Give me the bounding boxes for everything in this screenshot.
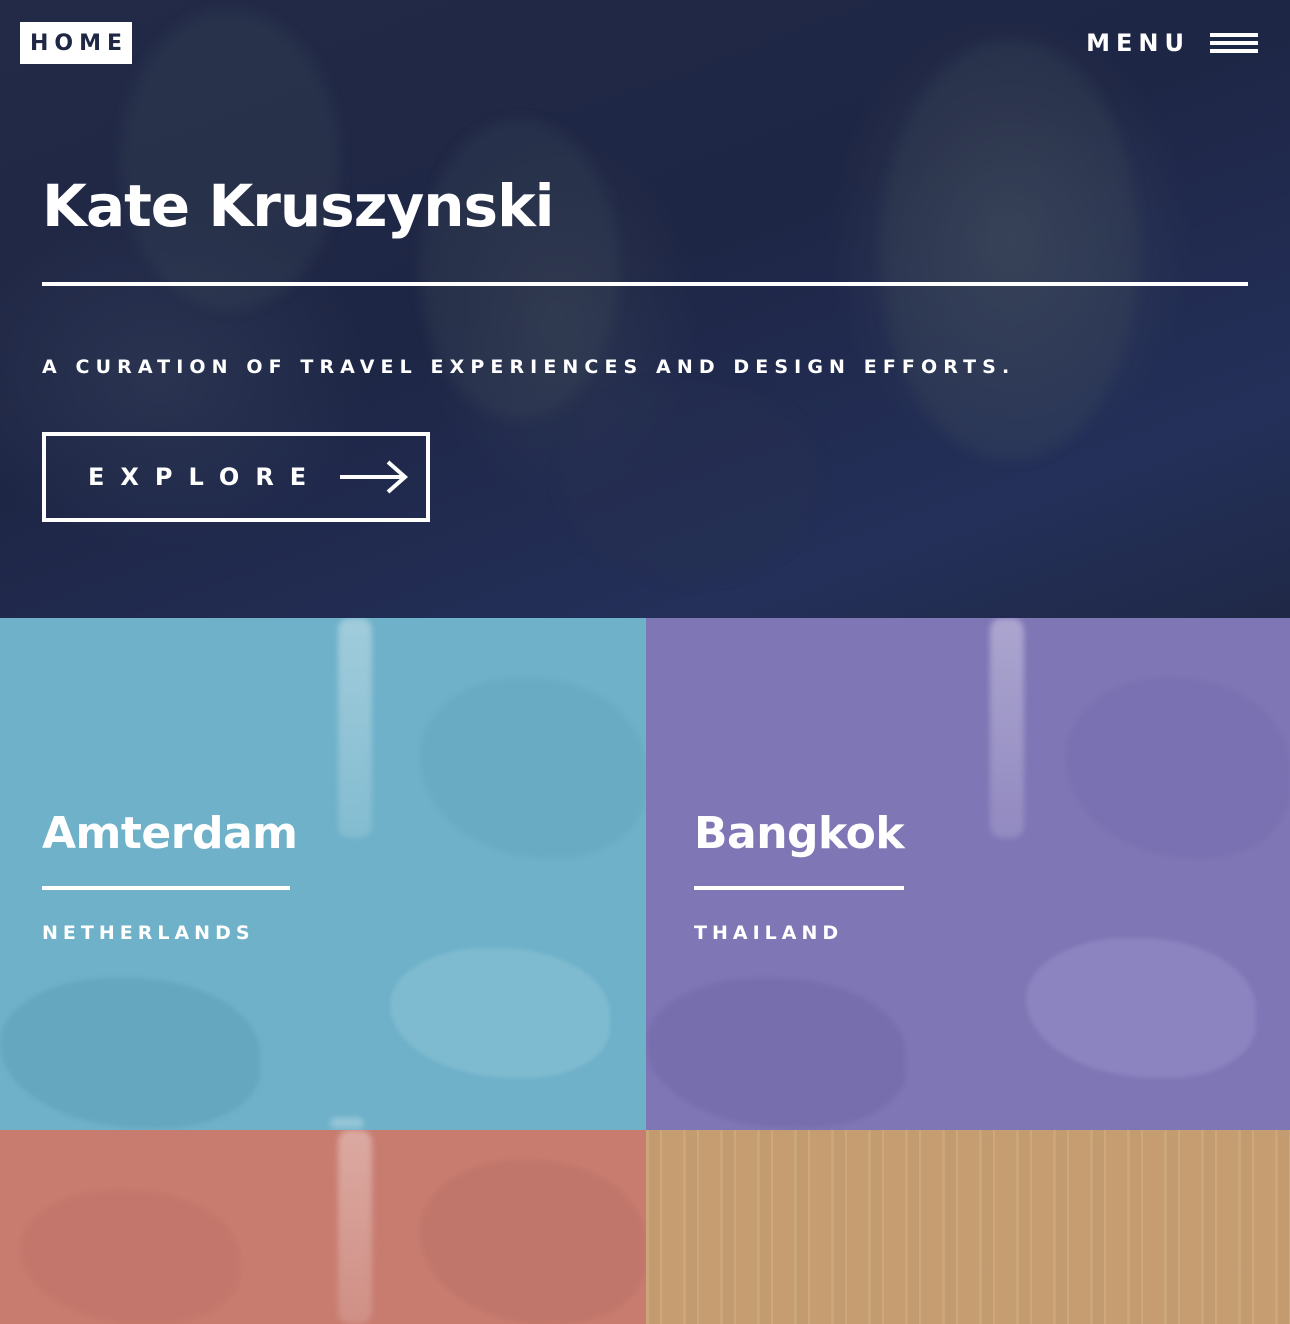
rock-image-detail — [1026, 938, 1256, 1078]
destination-tile[interactable] — [0, 1130, 646, 1324]
explore-button[interactable]: EXPLORE — [42, 432, 430, 522]
arrow-right-icon — [340, 460, 409, 494]
rock-image-detail — [390, 948, 610, 1078]
tile-background-image — [646, 618, 1290, 1130]
rock-image-detail — [420, 1160, 646, 1324]
menu-button[interactable]: MENU — [1086, 28, 1258, 58]
hero-background-rock — [880, 40, 1140, 460]
waterfall-image-detail — [990, 618, 1024, 838]
tile-divider — [694, 886, 904, 890]
waterfall-image-detail — [330, 1118, 364, 1130]
hero-background-rock — [560, 380, 820, 580]
tile-background-image — [0, 618, 646, 1130]
page-subtitle: A CURATION OF TRAVEL EXPERIENCES AND DES… — [42, 356, 1016, 378]
destination-tile-amsterdam[interactable]: Amterdam NETHERLANDS — [0, 618, 646, 1130]
tile-country-name: NETHERLANDS — [42, 922, 255, 944]
rock-image-detail — [646, 978, 906, 1128]
waterfall-image-detail — [338, 618, 372, 838]
tile-city-name: Bangkok — [694, 808, 905, 859]
hero-section: HOME MENU Kate Kruszynski A CURATION OF … — [0, 0, 1290, 618]
destination-tile-bangkok[interactable]: Bangkok THAILAND — [646, 618, 1290, 1130]
waterfall-image-detail — [338, 1130, 372, 1324]
home-link[interactable]: HOME — [20, 22, 132, 64]
page: HOME MENU Kate Kruszynski A CURATION OF … — [0, 0, 1290, 1324]
explore-label: EXPLORE — [88, 463, 323, 491]
page-title: Kate Kruszynski — [42, 172, 555, 240]
tile-background-image — [646, 1130, 1290, 1324]
title-divider — [42, 282, 1248, 286]
rock-image-detail — [1066, 678, 1290, 858]
menu-label: MENU — [1086, 29, 1190, 57]
tile-divider — [42, 886, 290, 890]
tile-city-name: Amterdam — [42, 808, 298, 859]
destination-tile[interactable] — [646, 1130, 1290, 1324]
tile-country-name: THAILAND — [694, 922, 844, 944]
hamburger-icon — [1210, 30, 1258, 56]
rock-image-detail — [0, 978, 260, 1128]
rock-image-detail — [420, 678, 646, 858]
tile-background-image — [0, 1130, 646, 1324]
hero-background-rock — [120, 10, 340, 310]
rock-image-detail — [20, 1190, 240, 1324]
